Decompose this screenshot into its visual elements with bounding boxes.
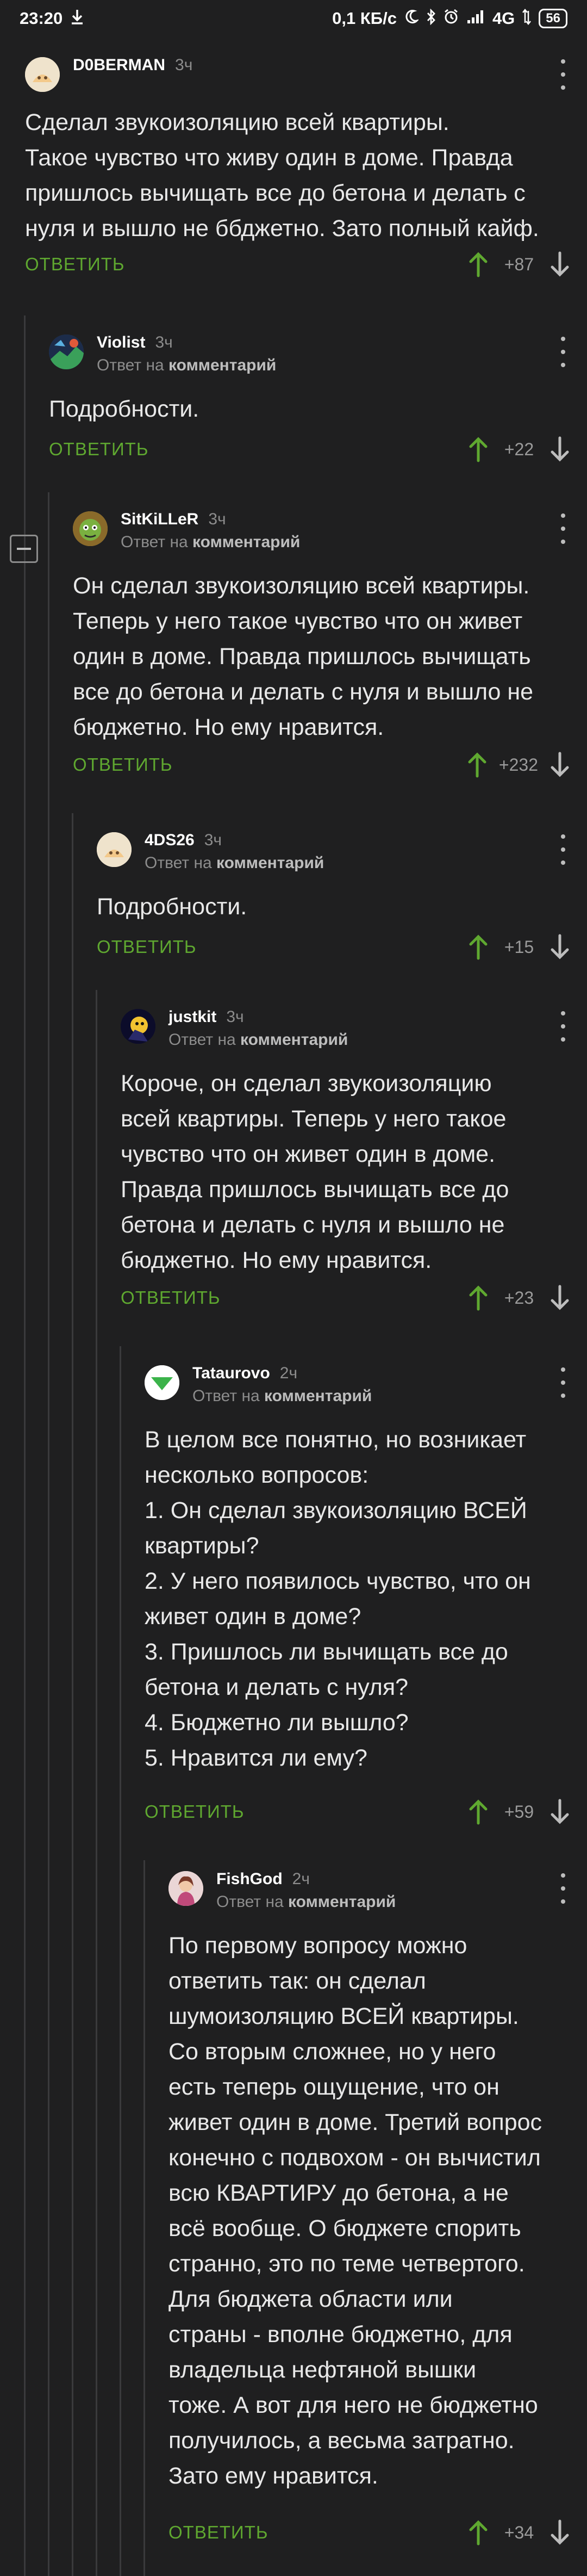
comment-author[interactable]: FishGod bbox=[216, 1870, 283, 1888]
downvote-icon[interactable] bbox=[549, 1284, 571, 1311]
downvote-icon[interactable] bbox=[549, 1798, 571, 1825]
more-options-icon[interactable] bbox=[558, 59, 569, 90]
comment-author[interactable]: Tataurovo bbox=[192, 1364, 270, 1382]
network-speed: 0,1 КБ/с bbox=[332, 9, 397, 28]
comment-time: 2ч bbox=[292, 1870, 310, 1888]
comment-author[interactable]: Violist bbox=[97, 333, 145, 351]
reply-to[interactable]: Ответ на комментарий bbox=[145, 854, 324, 872]
reply-to[interactable]: Ответ на комментарий bbox=[168, 1031, 348, 1049]
bluetooth-icon bbox=[426, 8, 436, 29]
comment-score: +22 bbox=[504, 439, 534, 459]
more-options-icon[interactable] bbox=[558, 513, 569, 544]
avatar[interactable] bbox=[25, 57, 60, 92]
comment-time: 3ч bbox=[175, 56, 193, 74]
more-options-icon[interactable] bbox=[558, 834, 569, 865]
reply-button[interactable]: ОТВЕТИТЬ bbox=[49, 439, 149, 460]
avatar[interactable] bbox=[121, 1009, 155, 1044]
upvote-icon[interactable] bbox=[467, 251, 489, 278]
downvote-icon[interactable] bbox=[549, 251, 571, 278]
comment: Tataurovo 2ч Ответ на комментарий В целом… bbox=[145, 1360, 587, 1838]
comment-time: 2ч bbox=[279, 1364, 298, 1382]
more-options-icon[interactable] bbox=[558, 1011, 569, 1042]
thread-line bbox=[72, 813, 73, 2576]
download-icon bbox=[70, 9, 84, 29]
comment-time: 3ч bbox=[155, 333, 173, 351]
comment-text: Короче, он сделал звукоизоляцию всей ква… bbox=[121, 1070, 509, 1273]
reply-to[interactable]: Ответ на комментарий bbox=[97, 356, 276, 375]
comment-text: Подробности. bbox=[49, 396, 199, 422]
avatar[interactable] bbox=[97, 832, 132, 867]
reply-button[interactable]: ОТВЕТИТЬ bbox=[73, 754, 173, 775]
collapse-thread-button[interactable] bbox=[10, 535, 38, 563]
upvote-icon[interactable] bbox=[466, 751, 488, 778]
upvote-icon[interactable] bbox=[467, 1798, 489, 1825]
reply-to[interactable]: Ответ на комментарий bbox=[121, 533, 300, 552]
more-options-icon[interactable] bbox=[558, 337, 569, 367]
thread-line bbox=[120, 1346, 121, 2576]
battery-indicator: 56 bbox=[539, 9, 567, 28]
comment-text: В целом все понятно, но возникает нескол… bbox=[145, 1427, 531, 1771]
status-time: 23:20 bbox=[20, 9, 63, 28]
alarm-icon bbox=[444, 9, 459, 29]
upvote-icon[interactable] bbox=[467, 1284, 489, 1311]
more-options-icon[interactable] bbox=[558, 1367, 569, 1398]
comment-author[interactable]: D0BERMAN bbox=[73, 56, 165, 74]
avatar[interactable] bbox=[49, 335, 84, 369]
downvote-icon[interactable] bbox=[549, 2519, 571, 2546]
comment: SitKiLLeR 3ч Ответ на комментарий Он сдел… bbox=[73, 506, 587, 789]
reply-button[interactable]: ОТВЕТИТЬ bbox=[121, 1287, 221, 1308]
comment-text: Сделал звукоизоляцию всей квартиры. Тако… bbox=[25, 109, 539, 242]
comment: Violist 3ч Ответ на комментарий Подробнос… bbox=[49, 329, 587, 476]
status-bar: 23:20 0,1 КБ/с 4G 56 bbox=[0, 0, 587, 37]
downvote-icon[interactable] bbox=[549, 751, 571, 778]
comment: justkit 3ч Ответ на комментарий Короче, о… bbox=[121, 1004, 587, 1324]
comment-text: Он сделал звукоизоляцию всей квартиры. Т… bbox=[73, 573, 534, 740]
thread-line bbox=[24, 315, 26, 2576]
reply-to[interactable]: Ответ на комментарий bbox=[192, 1387, 372, 1405]
avatar[interactable] bbox=[145, 1365, 179, 1400]
moon-icon bbox=[404, 9, 420, 28]
reply-to[interactable]: Ответ на комментарий bbox=[216, 1893, 396, 1911]
more-options-icon[interactable] bbox=[558, 1873, 569, 1904]
comment-score: +232 bbox=[498, 754, 538, 775]
comment-time: 3ч bbox=[226, 1008, 244, 1026]
comment-author[interactable]: SitKiLLeR bbox=[121, 510, 198, 528]
comment-score: +34 bbox=[504, 2522, 534, 2542]
comment-author[interactable]: justkit bbox=[168, 1008, 216, 1026]
reply-button[interactable]: ОТВЕТИТЬ bbox=[168, 2522, 268, 2543]
reply-button[interactable]: ОТВЕТИТЬ bbox=[145, 1801, 245, 1822]
upvote-icon[interactable] bbox=[467, 933, 489, 961]
downvote-icon[interactable] bbox=[549, 933, 571, 961]
thread-line bbox=[96, 990, 97, 2576]
comment-author[interactable]: 4DS26 bbox=[145, 831, 195, 849]
reply-button[interactable]: ОТВЕТИТЬ bbox=[25, 254, 125, 275]
upvote-icon[interactable] bbox=[467, 436, 489, 463]
comment-score: +59 bbox=[504, 1801, 534, 1822]
comment-score: +15 bbox=[504, 937, 534, 957]
comment-score: +23 bbox=[504, 1287, 534, 1308]
comment: FishGod 2ч Ответ на комментарий По первом… bbox=[168, 1866, 587, 2573]
signal-icon bbox=[466, 9, 485, 28]
comment-time: 3ч bbox=[204, 831, 222, 849]
comment: D0BERMAN 3ч Сделал звукоизоляцию всей ква… bbox=[25, 52, 587, 296]
network-type: 4G bbox=[492, 9, 515, 28]
comment-text: По первому вопросу можно ответить так: о… bbox=[168, 1933, 542, 2489]
comment: 4DS26 3ч Ответ на комментарий Подробности… bbox=[97, 827, 587, 974]
reply-button[interactable]: ОТВЕТИТЬ bbox=[97, 937, 197, 957]
upvote-icon[interactable] bbox=[467, 2519, 489, 2546]
thread-line bbox=[143, 1860, 145, 2576]
comment-time: 3ч bbox=[208, 510, 226, 528]
data-arrows-icon bbox=[522, 8, 532, 29]
thread-line bbox=[48, 492, 49, 2576]
downvote-icon[interactable] bbox=[549, 436, 571, 463]
comment-score: +87 bbox=[504, 254, 534, 274]
comment-text: Подробности. bbox=[97, 894, 247, 920]
avatar[interactable] bbox=[168, 1871, 203, 1906]
avatar[interactable] bbox=[73, 511, 108, 546]
